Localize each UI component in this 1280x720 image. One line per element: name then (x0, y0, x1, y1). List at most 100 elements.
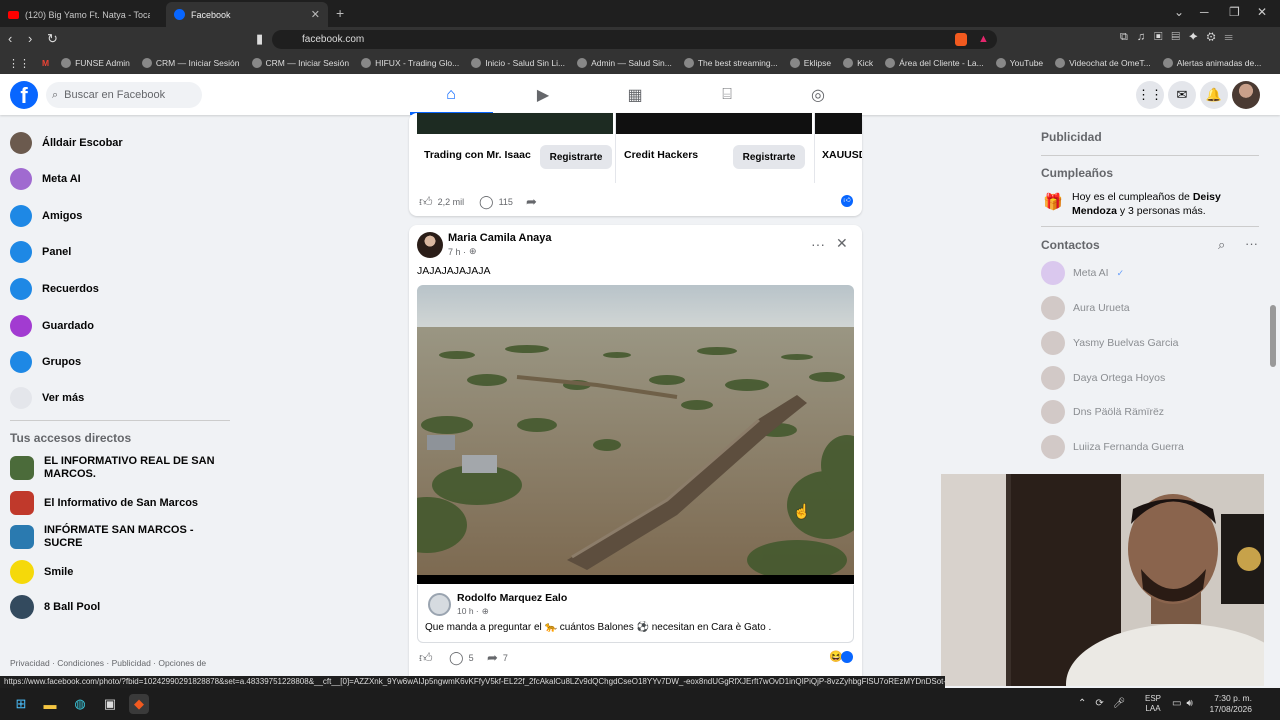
birthday-text[interactable]: Hoy es el cumpleaños de Deisy Mendoza y … (1072, 190, 1262, 218)
minimize-button[interactable]: ─ (1200, 5, 1209, 19)
contact-item[interactable]: Yasmy Buelvas Garcia (1041, 329, 1178, 357)
home-icon[interactable]: ⌂ (431, 84, 471, 106)
shortcut-item[interactable]: 8 Ball Pool (10, 592, 220, 622)
windows-start-icon[interactable]: ⊞ (11, 694, 31, 714)
register-button[interactable]: Registrarte (540, 145, 612, 169)
shared-author-avatar[interactable] (428, 593, 451, 616)
edge-icon[interactable]: ◍ (70, 694, 90, 714)
new-tab-button[interactable]: + (336, 5, 344, 21)
bookmark-item[interactable]: Eklipse (789, 58, 831, 68)
contact-item[interactable]: Aura Urueta (1041, 294, 1130, 322)
account-avatar[interactable] (1232, 81, 1260, 109)
shortcut-item[interactable]: Smile (10, 557, 220, 587)
post-photo[interactable] (417, 285, 854, 584)
shortcut-item[interactable]: El Informativo de San Marcos (10, 488, 220, 518)
messenger-icon[interactable]: ✉ (1168, 81, 1196, 109)
bookmark-item[interactable]: Alertas animadas de... (1162, 58, 1261, 68)
nav-item[interactable]: Guardado (10, 311, 94, 341)
network-volume-icons[interactable]: ▭🔊︎ (1172, 698, 1198, 709)
comment-button[interactable]: ◯ 115 (479, 194, 513, 210)
footer-links[interactable]: Privacidad · Condiciones · Publicidad · … (10, 658, 230, 668)
more-options-icon[interactable]: ··· (811, 236, 825, 252)
notifications-icon[interactable]: 🔔 (1200, 81, 1228, 109)
bookmark-item[interactable]: The best streaming... (683, 58, 778, 68)
store-icon[interactable]: ▣ (100, 694, 120, 714)
tray-icons[interactable]: ⌃⟳🎤︎ (1078, 698, 1134, 709)
contact-item[interactable]: Dns Päölä Rämïrëz (1041, 398, 1164, 426)
post-time[interactable]: 7 h · ⊕ (448, 246, 477, 257)
contacts-options-icon[interactable]: ··· (1245, 236, 1258, 251)
nav-item[interactable]: Ver más (10, 383, 84, 413)
dashboard-icon[interactable]: ▦ (615, 84, 655, 106)
ad-item[interactable]: XAUUSD (814, 113, 862, 183)
gmail-icon[interactable]: M (42, 58, 49, 68)
like-button[interactable]: 👍︎ 2,2 mil (419, 194, 464, 210)
contact-item[interactable]: Luiiza Fernanda Guerra (1041, 433, 1184, 461)
bookmark-page-icon[interactable]: ▮ (256, 31, 263, 47)
video-icon[interactable]: ▶ (523, 84, 563, 106)
shared-time[interactable]: 10 h · ⊕ (457, 606, 489, 617)
ad-item[interactable]: Credit Hackers Registrarte (615, 113, 812, 183)
bookmark-item[interactable]: Área del Cliente - La... (885, 58, 984, 68)
reload-icon[interactable]: ↻ (47, 31, 58, 47)
tab-facebook[interactable]: Facebook ✕ (166, 2, 328, 27)
post-author[interactable]: Maria Camila Anaya (448, 232, 552, 244)
gaming-icon[interactable]: ◎ (798, 84, 838, 106)
tab-list-icon[interactable]: ⌄ (1174, 5, 1184, 19)
nav-item[interactable]: Meta AI (10, 164, 81, 194)
share-button[interactable]: ➦ 7 (487, 650, 508, 666)
apps-icon[interactable]: ⋮⋮ (8, 57, 30, 70)
nav-item[interactable]: Amigos (10, 201, 82, 231)
shortcuts-title: Tus accesos directos (10, 431, 132, 445)
bookmark-label: Videochat de OmeT... (1069, 58, 1151, 68)
bookmark-label: The best streaming... (697, 58, 778, 68)
tab-youtube[interactable]: (120) Big Yamo Ft. Natya - Tocarte To (0, 2, 165, 27)
marketplace-icon[interactable]: ⌸ (707, 84, 747, 106)
contact-item[interactable]: Meta AI ✓ (1041, 259, 1124, 287)
clock[interactable]: 7:30 p. m. 17/08/2026 (1208, 693, 1252, 715)
bookmark-item[interactable]: Admin — Salud Sin... (577, 58, 672, 68)
maximize-button[interactable]: ❐ (1229, 5, 1240, 19)
bookmark-item[interactable]: CRM — Iniciar Sesión (251, 58, 349, 68)
nav-item[interactable]: Álldair Escobar (10, 128, 123, 158)
ad-item[interactable]: Trading con Mr. Isaac Registrarte (417, 113, 613, 183)
nav-item[interactable]: Grupos (10, 347, 81, 377)
contact-item[interactable]: Daya Ortega Hoyos (1041, 364, 1165, 392)
back-icon[interactable]: ‹ (8, 31, 12, 46)
brave-rewards-icon[interactable]: ▲ (978, 33, 989, 45)
facebook-icon (174, 9, 185, 20)
scrollbar[interactable] (1270, 305, 1276, 367)
nav-item[interactable]: Recuerdos (10, 274, 99, 304)
like-button[interactable]: 👍︎ (419, 650, 433, 666)
file-explorer-icon[interactable]: ▬ (40, 694, 60, 714)
share-icon[interactable]: ➦ (526, 194, 537, 210)
contact-name: Dns Päölä Rämïrëz (1073, 406, 1165, 418)
brave-shield-icon[interactable] (955, 33, 967, 46)
language-indicator[interactable]: ESP LAA (1145, 694, 1161, 714)
shared-author[interactable]: Rodolfo Marquez Ealo (457, 592, 567, 604)
extension-icons[interactable]: ⧉♫▣▤✦⚙☰ (1120, 31, 1242, 44)
search-input[interactable]: ⌕ Buscar en Facebook (46, 82, 202, 108)
menu-grid-icon[interactable]: ⋮⋮ (1136, 81, 1164, 109)
shortcut-item[interactable]: EL INFORMATIVO REAL DE SAN MARCOS. (10, 453, 220, 483)
bookmark-item[interactable]: Videochat de OmeT... (1055, 58, 1151, 68)
url-bar[interactable]: facebook.com (272, 30, 997, 49)
forward-icon[interactable]: › (28, 31, 32, 46)
bookmark-item[interactable]: Inicio - Salud Sin Li... (471, 58, 565, 68)
bookmark-item[interactable]: YouTube (995, 58, 1043, 68)
close-tab-icon[interactable]: ✕ (311, 8, 320, 21)
facebook-logo[interactable]: f (10, 81, 38, 109)
brave-taskbar-icon[interactable]: ◆ (129, 694, 149, 714)
close-window-button[interactable]: ✕ (1257, 5, 1267, 19)
close-post-icon[interactable]: ✕ (836, 235, 848, 252)
nav-item[interactable]: Panel (10, 237, 71, 267)
bookmark-item[interactable]: Kick (843, 58, 873, 68)
comment-button[interactable]: ◯ 5 (449, 650, 474, 666)
bookmark-item[interactable]: CRM — Iniciar Sesión (141, 58, 240, 68)
bookmark-item[interactable]: HIFUX - Trading Glo... (361, 58, 459, 68)
shortcut-item[interactable]: INFÓRMATE SAN MARCOS - SUCRE (10, 522, 220, 552)
bookmark-item[interactable]: FUNSE Admin (61, 58, 130, 68)
author-avatar[interactable] (417, 232, 443, 258)
register-button[interactable]: Registrarte (733, 145, 805, 169)
search-contacts-icon[interactable]: ⌕ (1218, 237, 1225, 253)
